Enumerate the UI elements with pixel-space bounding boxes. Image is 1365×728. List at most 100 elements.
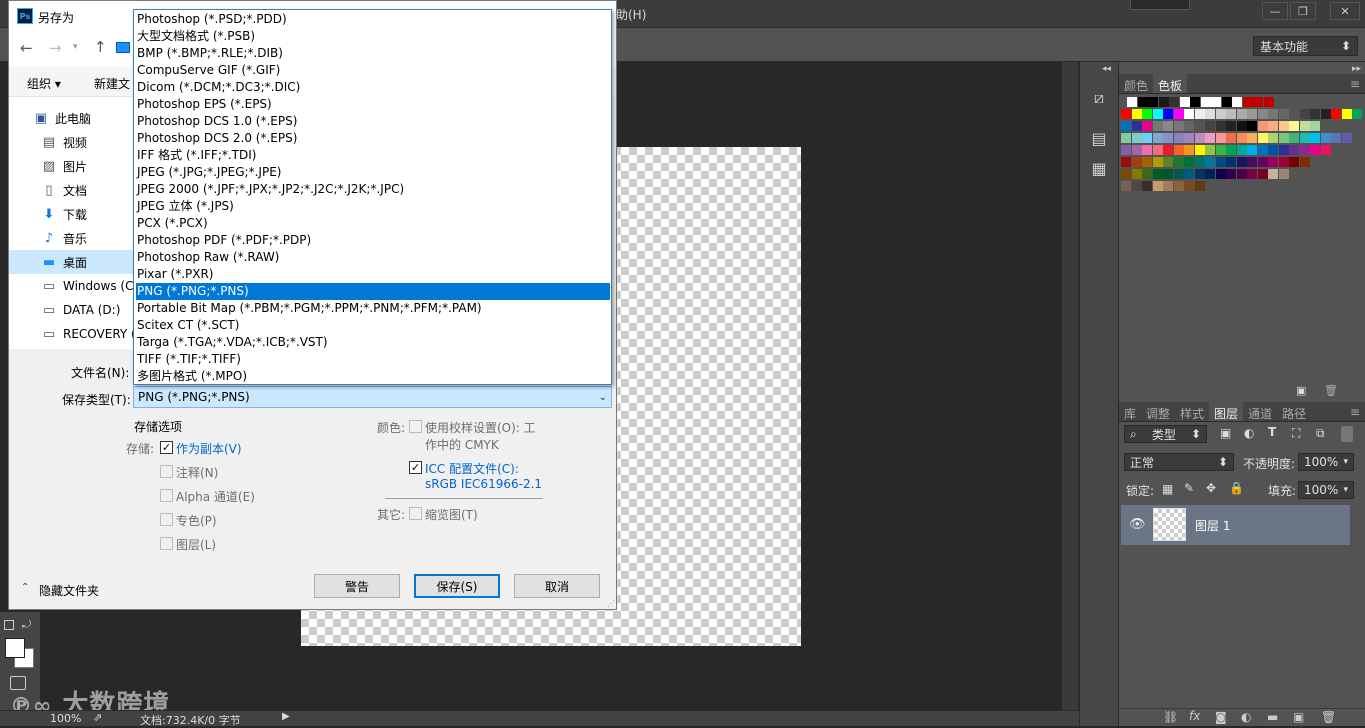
color-swatch[interactable] bbox=[1257, 145, 1268, 155]
organize-button[interactable]: 组织 ▾ bbox=[27, 75, 61, 92]
filter-pixel-icon[interactable]: ▣ bbox=[1220, 426, 1231, 440]
color-swatch[interactable] bbox=[1278, 145, 1289, 155]
filetype-option[interactable]: Scitex CT (*.SCT) bbox=[136, 317, 610, 334]
color-swatch[interactable] bbox=[1341, 109, 1352, 119]
sidebar-item-recovery[interactable]: ▭ RECOVERY ( bbox=[9, 322, 136, 346]
cancel-button[interactable]: 取消 bbox=[514, 574, 600, 598]
resize-grip-icon[interactable]: ⋰ bbox=[607, 599, 615, 608]
foreground-color-swatch[interactable] bbox=[5, 638, 25, 658]
color-swatch[interactable] bbox=[1190, 97, 1200, 107]
color-swatch[interactable] bbox=[1163, 145, 1173, 155]
color-swatch[interactable] bbox=[1278, 169, 1289, 179]
hide-folders-button[interactable]: 隐藏文件夹 bbox=[39, 582, 99, 599]
color-swatch[interactable] bbox=[1232, 97, 1242, 107]
filter-text-icon[interactable]: T bbox=[1268, 425, 1276, 439]
filter-shape-icon[interactable]: ⛶ bbox=[1292, 426, 1300, 441]
color-swatch[interactable] bbox=[1331, 133, 1341, 143]
filetype-option[interactable]: Photoshop DCS 1.0 (*.EPS) bbox=[136, 113, 610, 130]
color-swatch[interactable] bbox=[1173, 133, 1184, 143]
color-swatch[interactable] bbox=[1131, 133, 1142, 143]
color-swatch[interactable] bbox=[1320, 133, 1331, 143]
menu-help[interactable]: 助(H) bbox=[616, 6, 646, 23]
color-swatch[interactable] bbox=[1205, 109, 1215, 119]
color-swatch[interactable] bbox=[1268, 121, 1278, 131]
collapse-icon[interactable]: ◂◂ bbox=[1102, 64, 1111, 74]
color-swatch[interactable] bbox=[1169, 97, 1179, 107]
color-swatch[interactable] bbox=[1194, 157, 1205, 167]
sidebar-item-videos[interactable]: ▤ 视频 bbox=[9, 130, 136, 154]
delete-layer-icon[interactable]: 🗑 bbox=[1321, 710, 1336, 724]
color-swatch[interactable] bbox=[1278, 109, 1289, 119]
color-swatch[interactable] bbox=[1236, 121, 1247, 131]
color-swatch[interactable] bbox=[1247, 157, 1257, 167]
color-swatch[interactable] bbox=[1247, 133, 1257, 143]
tab-adjustments[interactable]: 调整 bbox=[1141, 402, 1175, 421]
color-swatch[interactable] bbox=[1121, 145, 1131, 155]
color-swatch[interactable] bbox=[1163, 121, 1173, 131]
filetype-option[interactable]: Dicom (*.DCM;*.DC3;*.DIC) bbox=[136, 79, 610, 96]
color-swatch[interactable] bbox=[1247, 121, 1257, 131]
recent-dropdown-icon[interactable]: ▾ bbox=[73, 42, 78, 52]
color-swatch[interactable] bbox=[1179, 97, 1190, 107]
color-swatch[interactable] bbox=[1289, 121, 1299, 131]
color-swatch[interactable] bbox=[1152, 181, 1163, 191]
alpha-checkbox[interactable] bbox=[160, 489, 173, 502]
color-swatch[interactable] bbox=[1215, 133, 1226, 143]
color-swatch[interactable] bbox=[1184, 109, 1194, 119]
color-swatch[interactable] bbox=[1173, 169, 1184, 179]
sidebar-item-downloads[interactable]: ⬇ 下载 bbox=[9, 202, 136, 226]
color-swatch[interactable] bbox=[1194, 121, 1205, 131]
color-swatch[interactable] bbox=[1127, 97, 1137, 107]
color-swatch[interactable] bbox=[1131, 121, 1142, 131]
filetype-option[interactable]: Targa (*.TGA;*.VDA;*.ICB;*.VST) bbox=[136, 334, 610, 351]
sidebar-item-documents[interactable]: ▯ 文档 bbox=[9, 178, 136, 202]
filetype-option[interactable]: JPEG (*.JPG;*.JPEG;*.JPE) bbox=[136, 164, 610, 181]
color-swatch[interactable] bbox=[1268, 169, 1278, 179]
color-swatch[interactable] bbox=[1278, 121, 1289, 131]
tab-layers[interactable]: 图层 bbox=[1209, 402, 1244, 421]
color-swatch[interactable] bbox=[1142, 157, 1152, 167]
filetype-option[interactable]: Photoshop (*.PSD;*.PDD) bbox=[136, 11, 610, 28]
filetype-option[interactable]: JPEG 2000 (*.JPF;*.JPX;*.JP2;*.J2C;*.J2K… bbox=[136, 181, 610, 198]
color-swatch[interactable] bbox=[1205, 169, 1215, 179]
filetype-option[interactable]: Photoshop Raw (*.RAW) bbox=[136, 249, 610, 266]
color-swatch[interactable] bbox=[1163, 133, 1173, 143]
share-icon[interactable]: ⇗ bbox=[93, 711, 102, 724]
as-copy-checkbox[interactable]: ✓ bbox=[160, 441, 173, 454]
color-swatch[interactable] bbox=[1152, 121, 1163, 131]
color-swatch[interactable] bbox=[1236, 145, 1247, 155]
color-swatch[interactable] bbox=[1121, 181, 1131, 191]
color-swatch[interactable] bbox=[1289, 109, 1299, 119]
color-swatch[interactable] bbox=[1289, 133, 1299, 143]
filetype-option[interactable]: Photoshop EPS (*.EPS) bbox=[136, 96, 610, 113]
thumbnail-checkbox[interactable] bbox=[409, 507, 422, 520]
eye-icon[interactable]: 👁 bbox=[1129, 517, 1146, 532]
expand-icon[interactable]: ▸▸ bbox=[1352, 64, 1361, 74]
color-swatch[interactable] bbox=[1236, 109, 1247, 119]
color-swatch[interactable] bbox=[1226, 157, 1236, 167]
filetype-option[interactable]: PNG (*.PNG;*.PNS) bbox=[136, 283, 610, 300]
sidebar-item-music[interactable]: ♪ 音乐 bbox=[9, 226, 136, 250]
color-swatch[interactable] bbox=[1268, 133, 1278, 143]
color-swatch[interactable] bbox=[1236, 169, 1247, 179]
filetype-option[interactable]: Photoshop DCS 2.0 (*.EPS) bbox=[136, 130, 610, 147]
filetype-option[interactable]: BMP (*.BMP;*.RLE;*.DIB) bbox=[136, 45, 610, 62]
color-swatch[interactable] bbox=[1121, 133, 1131, 143]
color-swatch[interactable] bbox=[1257, 157, 1268, 167]
save-button[interactable]: 保存(S) bbox=[414, 574, 500, 598]
color-swatch[interactable] bbox=[1200, 97, 1211, 107]
sidebar-item-drive-d[interactable]: ▭ DATA (D:) bbox=[9, 298, 136, 322]
new-folder-button[interactable]: 新建文 bbox=[94, 75, 130, 92]
color-swatch[interactable] bbox=[1299, 157, 1310, 167]
color-swatch[interactable] bbox=[1263, 97, 1274, 107]
filetype-option[interactable]: Pixar (*.PXR) bbox=[136, 266, 610, 283]
color-swatch[interactable] bbox=[1205, 145, 1215, 155]
filetype-option[interactable]: Photoshop PDF (*.PDF;*.PDP) bbox=[136, 232, 610, 249]
color-swatch[interactable] bbox=[1184, 181, 1194, 191]
color-swatch[interactable] bbox=[1257, 109, 1268, 119]
color-swatch[interactable] bbox=[1278, 157, 1289, 167]
color-swatch[interactable] bbox=[1184, 169, 1194, 179]
notes-icon[interactable]: ▦ bbox=[1087, 156, 1111, 180]
color-swatch[interactable] bbox=[1310, 145, 1320, 155]
color-swatch[interactable] bbox=[1236, 157, 1247, 167]
